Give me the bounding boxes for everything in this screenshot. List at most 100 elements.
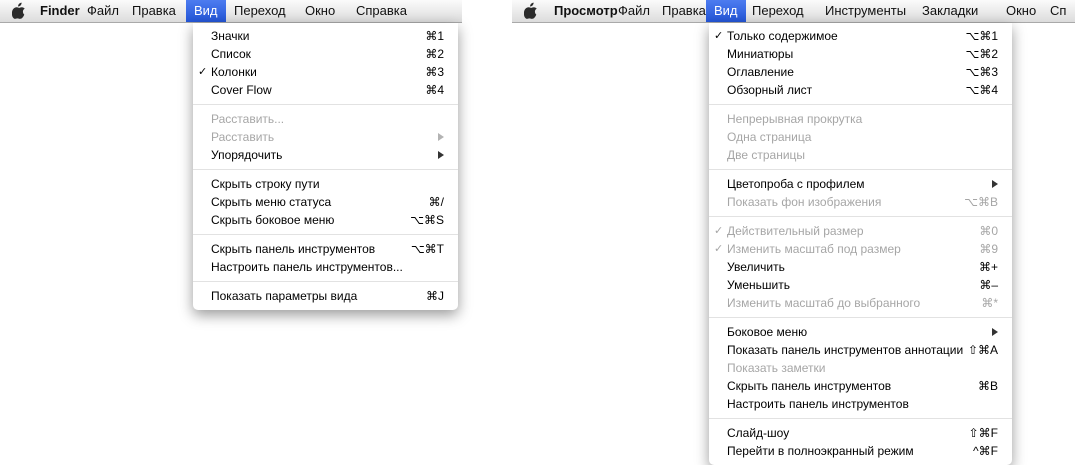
submenu-arrow-icon <box>992 328 998 336</box>
menu-separator <box>193 169 458 170</box>
menu-item-скрыть-строку-пути[interactable]: Скрыть строку пути <box>193 175 458 193</box>
menu-item-обзорный-лист[interactable]: Обзорный лист ⌥⌘4 <box>709 81 1012 99</box>
menu-item-расставить: Расставить... <box>193 110 458 128</box>
menu-item-label: Cover Flow <box>211 83 272 97</box>
menubar-item-bookmarks[interactable]: Закладки <box>914 0 986 22</box>
menu-item-shortcut: ⌘3 <box>425 65 444 79</box>
menu-item-показать-фон-изображения: Показать фон изображения ⌥⌘B <box>709 193 1012 211</box>
apple-icon[interactable] <box>524 2 538 19</box>
menu-item-список[interactable]: Список ⌘2 <box>193 45 458 63</box>
menu-item-label: Скрыть меню статуса <box>211 195 332 209</box>
menu-item-настроить-панель-инструментов[interactable]: Настроить панель инструментов <box>709 395 1012 413</box>
menu-item-shortcut: ⌘B <box>977 379 998 393</box>
menu-separator <box>709 317 1012 318</box>
menu-item-shortcut: ⌘4 <box>425 83 444 97</box>
menu-item-колонки[interactable]: ✓ Колонки ⌘3 <box>193 63 458 81</box>
menubar-item-tools[interactable]: Инструменты <box>817 0 914 22</box>
menu-item-увеличить[interactable]: Увеличить ⌘+ <box>709 258 1012 276</box>
menu-item-одна-страница: Одна страница <box>709 128 1012 146</box>
menu-item-две-страницы: Две страницы <box>709 146 1012 164</box>
menubar-item-view[interactable]: Вид <box>186 0 226 22</box>
menu-separator <box>709 169 1012 170</box>
menu-item-боковое-меню[interactable]: Боковое меню <box>709 323 1012 341</box>
menu-item-label: Уменьшить <box>727 278 790 292</box>
menu-item-label: Колонки <box>211 65 257 79</box>
menu-item-скрыть-боковое-меню[interactable]: Скрыть боковое меню ⌥⌘S <box>193 211 458 229</box>
menu-item-shortcut: ⌘0 <box>979 224 998 238</box>
menu-item-label: Список <box>211 47 251 61</box>
menu-item-изменить-масштаб-под-размер: ✓ Изменить масштаб под размер ⌘9 <box>709 240 1012 258</box>
submenu-arrow-icon <box>438 133 444 141</box>
menu-item-значки[interactable]: Значки ⌘1 <box>193 27 458 45</box>
menu-separator <box>193 281 458 282</box>
submenu-arrow-icon <box>992 180 998 188</box>
menu-separator <box>709 418 1012 419</box>
menu-separator <box>193 104 458 105</box>
menu-item-label: Скрыть панель инструментов <box>727 379 892 393</box>
menubar-item-edit[interactable]: Правка <box>124 0 184 22</box>
menu-item-label: Увеличить <box>727 260 785 274</box>
finder-view-menu: Значки ⌘1 Список ⌘2 ✓ Колонки ⌘3 Cover Flow ⌘4 Ра… <box>193 23 458 310</box>
menu-item-shortcut: ⌥⌘S <box>410 213 444 227</box>
menu-item-shortcut: ⌥⌘B <box>964 195 998 209</box>
submenu-arrow-icon <box>438 151 444 159</box>
menu-item-слайд-шоу[interactable]: Слайд-шоу ⇧⌘F <box>709 424 1012 442</box>
menu-item-изменить-масштаб-до-выбранного: Изменить масштаб до выбранного ⌘* <box>709 294 1012 312</box>
checkmark-icon: ✓ <box>714 225 724 237</box>
menu-item-действительный-размер: ✓ Действительный размер ⌘0 <box>709 222 1012 240</box>
menu-item-label: Оглавление <box>727 65 794 79</box>
menu-item-label: Показать параметры вида <box>211 289 358 303</box>
menu-item-показать-заметки: Показать заметки <box>709 359 1012 377</box>
menubar-item-go[interactable]: Переход <box>226 0 294 22</box>
menu-item-уменьшить[interactable]: Уменьшить ⌘– <box>709 276 1012 294</box>
menu-item-label: Показать заметки <box>727 361 826 375</box>
menu-separator <box>709 216 1012 217</box>
menu-item-label: Расставить... <box>211 112 285 126</box>
menubar-item-help[interactable]: Сп <box>1042 0 1074 22</box>
menu-separator <box>709 104 1012 105</box>
menu-item-скрыть-меню-статуса[interactable]: Скрыть меню статуса ⌘/ <box>193 193 458 211</box>
menubar-item-file[interactable]: Файл <box>79 0 127 22</box>
menubar-item-help[interactable]: Справка <box>348 0 415 22</box>
menu-item-скрыть-панель-инструментов[interactable]: Скрыть панель инструментов ⌘B <box>709 377 1012 395</box>
menu-item-перейти-в-полноэкранный-режим[interactable]: Перейти в полноэкранный режим ^⌘F <box>709 442 1012 460</box>
menu-item-label: Показать панель инструментов аннотации <box>727 343 964 357</box>
menu-item-расставить: Расставить <box>193 128 458 146</box>
menu-item-shortcut: ⌘J <box>426 289 444 303</box>
menu-item-label: Настроить панель инструментов... <box>211 260 403 274</box>
menu-item-показать-параметры-вида[interactable]: Показать параметры вида ⌘J <box>193 287 458 305</box>
menu-item-cover-flow[interactable]: Cover Flow ⌘4 <box>193 81 458 99</box>
menu-item-shortcut: ⇧⌘F <box>968 426 998 440</box>
menu-item-label: Скрыть строку пути <box>211 177 320 191</box>
menu-item-label: Только содержимое <box>727 29 838 43</box>
menu-item-оглавление[interactable]: Оглавление ⌥⌘3 <box>709 63 1012 81</box>
menu-item-shortcut: ⌘+ <box>978 260 998 274</box>
menu-item-label: Расставить <box>211 130 275 144</box>
menu-item-shortcut: ⇧⌘A <box>967 343 998 357</box>
menu-item-shortcut: ⌘9 <box>979 242 998 256</box>
menu-item-label: Одна страница <box>727 130 812 144</box>
menu-item-скрыть-панель-инструментов[interactable]: Скрыть панель инструментов ⌥⌘T <box>193 240 458 258</box>
menu-item-shortcut: ⌥⌘T <box>410 242 444 256</box>
menu-item-shortcut: ⌘/ <box>428 195 444 209</box>
menu-item-миниатюры[interactable]: Миниатюры ⌥⌘2 <box>709 45 1012 63</box>
menu-item-настроить-панель-инструментов[interactable]: Настроить панель инструментов... <box>193 258 458 276</box>
menubar-item-view[interactable]: Вид <box>706 0 746 22</box>
menubar-item-go[interactable]: Переход <box>744 0 812 22</box>
menu-item-только-содержимое[interactable]: ✓ Только содержимое ⌥⌘1 <box>709 27 1012 45</box>
menu-item-shortcut: ^⌘F <box>973 444 998 458</box>
menu-item-label: Настроить панель инструментов <box>727 397 909 411</box>
menu-item-label: Упорядочить <box>211 148 283 162</box>
menu-separator <box>193 234 458 235</box>
menu-item-цветопроба-с-профилем[interactable]: Цветопроба с профилем <box>709 175 1012 193</box>
menu-item-label: Изменить масштаб до выбранного <box>727 296 921 310</box>
checkmark-icon: ✓ <box>714 243 724 255</box>
menu-item-label: Показать фон изображения <box>727 195 882 209</box>
menubar-item-window[interactable]: Окно <box>297 0 343 22</box>
menubar-item-edit[interactable]: Правка <box>654 0 714 22</box>
menubar-item-file[interactable]: Файл <box>610 0 658 22</box>
apple-icon[interactable] <box>12 2 26 19</box>
menu-item-упорядочить[interactable]: Упорядочить <box>193 146 458 164</box>
menu-item-показать-панель-инструментов-аннотации[interactable]: Показать панель инструментов аннотации ⇧⌘… <box>709 341 1012 359</box>
menubar-item-window[interactable]: Окно <box>998 0 1044 22</box>
